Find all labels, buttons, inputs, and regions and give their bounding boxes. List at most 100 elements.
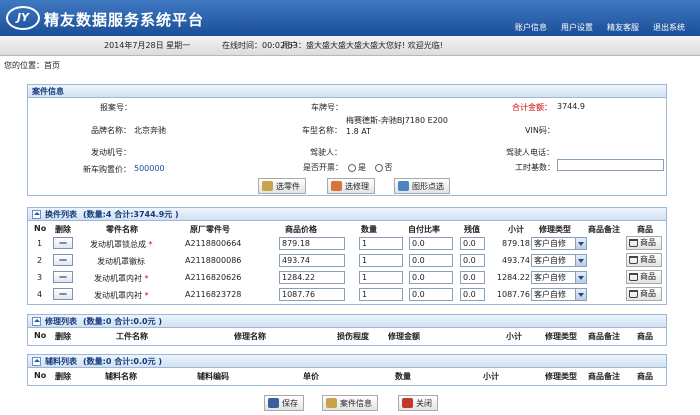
invoice-no-radio[interactable] <box>374 163 383 172</box>
part-name: 发动机罩锁总成 <box>90 240 146 249</box>
cart-icon <box>629 256 638 264</box>
delete-row-button[interactable]: — <box>53 237 73 249</box>
salvage-input[interactable]: 0.0 <box>460 237 485 250</box>
goods-button[interactable]: 商品 <box>626 253 662 267</box>
cart-icon <box>629 273 638 281</box>
nav-user-settings[interactable]: 用户设置 <box>561 22 593 33</box>
logo: JY <box>6 6 40 30</box>
save-button[interactable]: 保存 <box>264 395 304 411</box>
chevron-down-icon <box>575 255 586 266</box>
app-header: JY 精友数据服务系统平台 账户信息 用户设置 精友客服 退出系统 <box>0 0 700 36</box>
salvage-input[interactable]: 0.0 <box>460 271 485 284</box>
table-row: 4 — 发动机罩内衬 * A2116823728 1087.76 1 0.0 0… <box>28 286 666 303</box>
current-date: 2014年7月28日 星期一 <box>104 41 191 50</box>
label-model: 车型名称： <box>302 126 342 135</box>
quantity-input[interactable]: 1 <box>359 254 403 267</box>
goods-button[interactable]: 商品 <box>626 287 662 301</box>
nav-logout[interactable]: 退出系统 <box>653 22 685 33</box>
repair-icon <box>331 181 342 191</box>
new-car-price-value: 500000 <box>134 164 165 173</box>
parts-table-header: No 删除 零件名称 原厂零件号 商品价格 数量 自付比率 残值 小计 修理类型… <box>34 224 653 234</box>
price-input[interactable]: 493.74 <box>279 254 345 267</box>
price-input[interactable]: 1284.22 <box>279 271 345 284</box>
ratio-input[interactable]: 0.0 <box>409 237 453 250</box>
price-input[interactable]: 1087.76 <box>279 288 345 301</box>
quantity-input[interactable]: 1 <box>359 271 403 284</box>
ratio-input[interactable]: 0.0 <box>409 288 453 301</box>
repair-type-select[interactable]: 客户自修 <box>531 271 587 284</box>
delete-row-button[interactable]: — <box>53 271 73 283</box>
case-info-title: 案件信息 <box>28 85 666 98</box>
label-engine-no: 发动机号： <box>91 148 131 157</box>
salvage-input[interactable]: 0.0 <box>460 254 485 267</box>
graphic-select-button[interactable]: 图形点选 <box>394 178 450 194</box>
model-value: 梅赛德斯-奔驰BJ7180 E200 1.8 AT <box>346 116 448 136</box>
ratio-input[interactable]: 0.0 <box>409 271 453 284</box>
oem-part-no: A2116820626 <box>185 273 242 282</box>
oem-part-no: A2118800086 <box>185 256 242 265</box>
subtotal: 879.18 <box>502 239 530 248</box>
nav-customer-service[interactable]: 精友客服 <box>607 22 639 33</box>
goods-button[interactable]: 商品 <box>626 236 662 250</box>
repair-type-select[interactable]: 客户自修 <box>531 237 587 250</box>
label-brand: 品牌名称： <box>91 126 131 135</box>
app-title: 精友数据服务系统平台 <box>44 11 205 29</box>
top-nav: 账户信息 用户设置 精友客服 退出系统 <box>515 22 685 33</box>
collapse-toggle-icon[interactable] <box>32 316 41 326</box>
subtotal: 1087.76 <box>496 290 530 299</box>
invoice-no-label: 否 <box>384 163 393 172</box>
cart-icon <box>629 239 638 247</box>
label-report-no: 报案号： <box>100 103 132 112</box>
breadcrumb: 您的位置：首页 <box>4 61 60 70</box>
collapse-toggle-icon[interactable] <box>32 356 41 366</box>
repair-list-title: 修理列表 <box>45 316 77 326</box>
table-row: 1 — 发动机罩锁总成 * A2118800664 879.18 1 0.0 0… <box>28 235 666 252</box>
case-info-button[interactable]: 案件信息 <box>322 395 378 411</box>
ratio-input[interactable]: 0.0 <box>409 254 453 267</box>
label-labor-base: 工时基数： <box>515 163 555 172</box>
goods-button[interactable]: 商品 <box>626 270 662 284</box>
aux-table-header: No 删除 辅料名称 辅料编码 单价 数量 小计 修理类型 商品备注 商品 <box>34 371 653 381</box>
delete-row-button[interactable]: — <box>53 288 73 300</box>
total-value: 3744.9 <box>557 102 585 111</box>
invoice-radio-group: 是 否 <box>346 162 393 173</box>
subtotal: 493.74 <box>502 256 530 265</box>
delete-row-button[interactable]: — <box>53 254 73 266</box>
price-input[interactable]: 879.18 <box>279 237 345 250</box>
table-row: 2 — 发动机罩徽标 A2118800086 493.74 1 0.0 0.0 … <box>28 252 666 269</box>
label-vin: VIN码： <box>525 126 555 135</box>
aux-list-header: 辅料列表 (数量:0 合计:0.0元 ) <box>28 355 666 368</box>
subtotal: 1284.22 <box>496 273 530 282</box>
chevron-down-icon <box>575 238 586 249</box>
invoice-yes-radio[interactable] <box>348 163 356 172</box>
repair-type-select[interactable]: 客户自修 <box>531 288 587 301</box>
repair-type-select[interactable]: 客户自修 <box>531 254 587 267</box>
case-info-icon <box>326 398 337 408</box>
info-bar: 2014年7月28日 星期一 在线时间：00:02:53 用户：盛大盛大盛大盛大… <box>0 36 700 56</box>
select-repair-button[interactable]: 选修理 <box>327 178 375 194</box>
repair-list-panel: 修理列表 (数量:0 合计:0.0元 ) No 删除 工件名称 修理名称 损伤程… <box>27 314 667 346</box>
chevron-down-icon <box>575 289 586 300</box>
oem-part-no: A2118800664 <box>185 239 242 248</box>
part-name: 发动机罩内衬 <box>94 291 142 300</box>
aux-list-panel: 辅料列表 (数量:0 合计:0.0元 ) No 删除 辅料名称 辅料编码 单价 … <box>27 354 667 386</box>
close-button[interactable]: 关闭 <box>398 395 438 411</box>
label-plate: 车牌号： <box>311 103 343 112</box>
label-new-car-price: 新车购置价： <box>83 165 131 174</box>
aux-list-title: 辅料列表 <box>45 356 77 366</box>
quantity-input[interactable]: 1 <box>359 237 403 250</box>
collapse-toggle-icon[interactable] <box>32 209 41 219</box>
parts-list-summary: (数量:4 合计:3744.9元 ) <box>83 209 179 219</box>
save-icon <box>268 398 279 408</box>
labor-base-input[interactable] <box>557 159 664 171</box>
select-parts-button[interactable]: 选零件 <box>258 178 306 194</box>
aux-list-summary: (数量:0 合计:0.0元 ) <box>83 356 163 366</box>
quantity-input[interactable]: 1 <box>359 288 403 301</box>
case-info-panel: 案件信息 报案号： 车牌号： 合计金额： 3744.9 品牌名称： 北京奔驰 车… <box>27 84 667 196</box>
parts-list-header: 换件列表 (数量:4 合计:3744.9元 ) <box>28 208 666 221</box>
nav-account-info[interactable]: 账户信息 <box>515 22 547 33</box>
oem-part-no: A2116823728 <box>185 290 242 299</box>
salvage-input[interactable]: 0.0 <box>460 288 485 301</box>
brand-value: 北京奔驰 <box>134 126 166 135</box>
cart-icon <box>629 290 638 298</box>
